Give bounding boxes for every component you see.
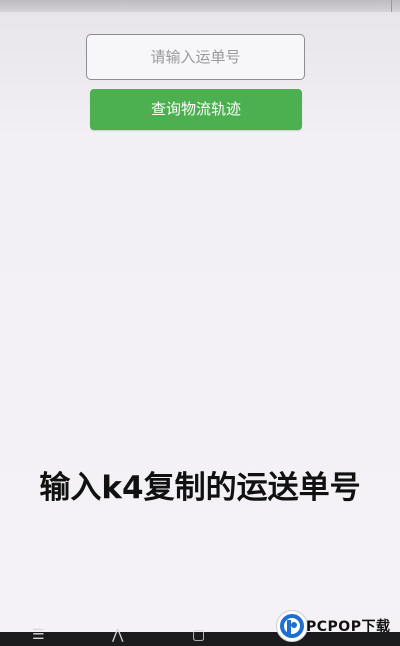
watermark-text: PCPOP下载	[306, 619, 391, 635]
top-status-strip	[0, 0, 400, 12]
tracking-number-input[interactable]	[86, 34, 305, 80]
menu-icon[interactable]: ☰	[32, 628, 45, 642]
status-strip-divider	[391, 0, 392, 12]
pcpop-logo-icon	[276, 610, 308, 642]
query-logistics-button[interactable]: 查询物流轨迹	[90, 89, 302, 130]
tracking-query-page: 查询物流轨迹 输入k4复制的运送单号 ☰ ⋀ ▢ PCPOP下载	[0, 0, 400, 646]
back-icon[interactable]: ⋀	[112, 628, 123, 642]
pcpop-logo-graphic	[280, 614, 304, 638]
watermark: PCPOP下载	[272, 606, 400, 646]
tutorial-caption: 输入k4复制的运送单号	[39, 470, 361, 506]
home-icon[interactable]: ▢	[192, 628, 205, 642]
